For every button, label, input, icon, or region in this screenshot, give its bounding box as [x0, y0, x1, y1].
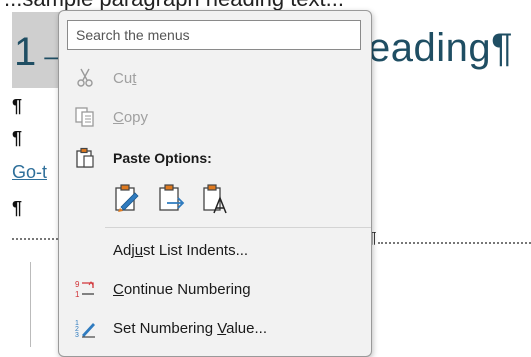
menu-item-cut[interactable]: Cut — [59, 61, 371, 95]
search-menus-input[interactable] — [67, 20, 361, 50]
heading-number-highlight[interactable]: 1→ — [12, 12, 76, 88]
menu-item-adjust-list-indents[interactable]: Adjust List Indents... — [59, 233, 371, 267]
paste-options-label: Paste Options: — [113, 150, 212, 166]
page-margin-line — [30, 262, 31, 347]
svg-text:9: 9 — [75, 280, 80, 289]
paste-options-row — [113, 183, 273, 223]
menu-item-set-numbering-value[interactable]: 1 2 3 Set Numbering Value... — [59, 311, 371, 345]
clipboard-icon — [73, 147, 97, 169]
menu-item-copy[interactable]: Copy — [59, 100, 371, 134]
menu-item-continue-numbering[interactable]: 9 1 Continue Numbering — [59, 272, 371, 306]
goto-link[interactable]: Go-t — [12, 162, 47, 183]
paragraph-mark: ¶ — [12, 198, 23, 218]
menu-item-label: Continue Numbering — [113, 280, 251, 298]
page-break-line-left — [12, 238, 58, 240]
paste-keep-text-only-icon[interactable] — [201, 183, 229, 215]
paste-keep-formatting-icon[interactable] — [113, 183, 141, 215]
menu-item-label: Cut — [113, 69, 137, 87]
menu-item-label: Copy — [113, 108, 149, 126]
copy-icon — [73, 106, 97, 128]
svg-text:1: 1 — [75, 290, 80, 299]
paragraph-mark: ¶ — [12, 128, 23, 148]
paste-merge-formatting-icon[interactable] — [157, 183, 185, 215]
paste-options-header: Paste Options: — [59, 141, 371, 175]
menu-separator — [105, 227, 371, 228]
continue-numbering-icon: 9 1 — [73, 278, 97, 300]
menu-item-label: Set Numbering Value... — [113, 319, 267, 337]
menu-item-label: Adjust List Indents... — [113, 241, 249, 259]
heading-text[interactable]: eading¶ — [368, 26, 513, 71]
set-numbering-value-icon: 1 2 3 — [73, 317, 97, 339]
svg-text:3: 3 — [75, 332, 79, 339]
paragraph-mark: ¶ — [12, 96, 23, 116]
page-break-line-right — [378, 242, 531, 244]
page-break: ¶ — [368, 230, 531, 247]
scissors-icon — [73, 67, 97, 89]
context-menu: Cut Copy Paste Options: — [58, 10, 372, 357]
